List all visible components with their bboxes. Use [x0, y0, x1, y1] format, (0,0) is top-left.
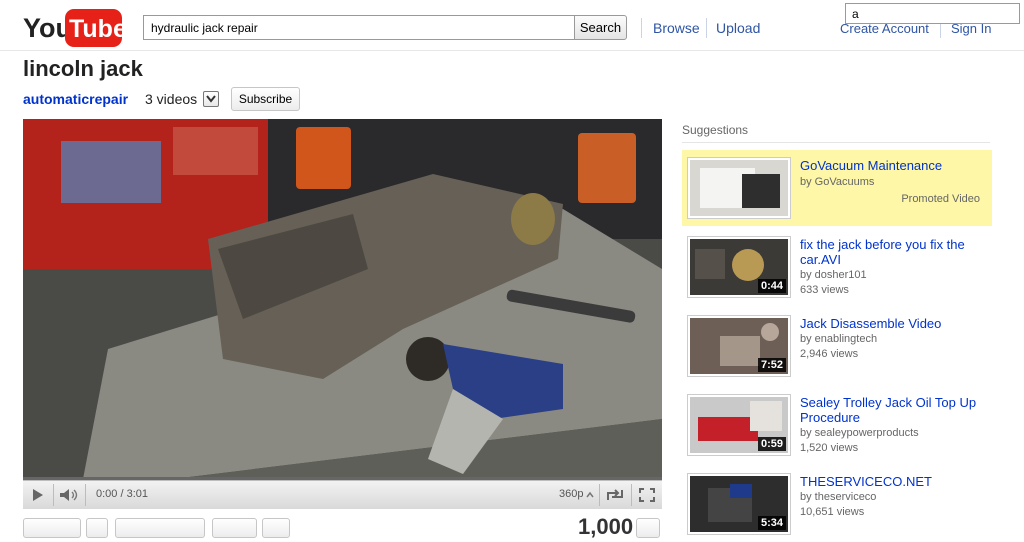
video-thumbnail[interactable]: [687, 157, 791, 219]
volume-button[interactable]: [54, 481, 84, 509]
more-stats-button[interactable]: [636, 518, 660, 538]
suggestion-item[interactable]: 0:44 fix the jack before you fix the car…: [682, 229, 992, 305]
suggestion-uploader: by GoVacuums: [800, 176, 875, 188]
subscribe-button[interactable]: Subscribe: [231, 87, 300, 111]
logo-tube-text: Tube: [69, 15, 122, 43]
play-button[interactable]: [23, 481, 53, 509]
like-button[interactable]: [23, 518, 81, 538]
upload-link[interactable]: Upload: [716, 20, 760, 36]
suggestion-title[interactable]: GoVacuum Maintenance: [800, 158, 985, 173]
suggestion-item-promoted[interactable]: GoVacuum Maintenance by GoVacuums Promot…: [682, 150, 992, 226]
header-divider: [641, 18, 642, 38]
video-title: lincoln jack: [23, 56, 143, 81]
suggestion-item[interactable]: 0:59 Sealey Trolley Jack Oil Top Up Proc…: [682, 387, 992, 463]
popout-button[interactable]: [600, 481, 630, 509]
suggestion-title[interactable]: THESERVICECO.NET: [800, 474, 985, 489]
video-thumbnail[interactable]: 7:52: [687, 315, 791, 377]
suggestion-views: 10,651 views: [800, 506, 865, 518]
fullscreen-button[interactable]: [632, 481, 662, 509]
suggestion-uploader: by dosher101: [800, 269, 867, 281]
suggestion-title[interactable]: Sealey Trolley Jack Oil Top Up Procedure: [800, 395, 985, 425]
channel-link[interactable]: automaticrepair: [23, 91, 128, 107]
video-duration: 0:59: [757, 437, 786, 451]
time-display: 0:00 / 3:01: [96, 488, 148, 500]
search-button[interactable]: Search: [574, 15, 627, 40]
promoted-label: Promoted Video: [901, 193, 980, 205]
speaker-icon: [60, 489, 78, 501]
channel-videos-dropdown-button[interactable]: [203, 91, 219, 107]
suggestion-item[interactable]: 5:34 THESERVICECO.NET by theserviceco 10…: [682, 466, 992, 542]
flag-button[interactable]: [262, 518, 290, 538]
quality-button[interactable]: 360p: [559, 488, 583, 500]
suggestion-title[interactable]: Jack Disassemble Video: [800, 316, 985, 331]
suggestion-uploader: by theserviceco: [800, 491, 877, 503]
video-frame[interactable]: [23, 119, 662, 479]
suggestion-title[interactable]: fix the jack before you fix the car.AVI: [800, 237, 985, 267]
suggestions-divider: [682, 142, 990, 143]
view-count: 1,000: [578, 514, 634, 539]
youtube-logo[interactable]: You Tube: [23, 8, 122, 48]
video-thumbnail[interactable]: 0:59: [687, 394, 791, 456]
player-controls: 0:00 / 3:01 360p: [23, 480, 662, 509]
suggestion-uploader: by sealeypowerproducts: [800, 427, 919, 439]
video-thumbnail[interactable]: 5:34: [687, 473, 791, 535]
search-input[interactable]: [143, 15, 575, 40]
chevron-down-icon: [206, 95, 216, 103]
fullscreen-icon: [639, 488, 655, 502]
dislike-button[interactable]: [86, 518, 108, 538]
video-duration: 7:52: [757, 358, 786, 372]
video-duration: 0:44: [757, 279, 786, 293]
suggestion-views: 633 views: [800, 284, 849, 296]
suggestion-views: 1,520 views: [800, 442, 859, 454]
overlay-text-input[interactable]: [845, 3, 1020, 24]
popout-arrows-icon: [607, 489, 623, 500]
video-thumbnail[interactable]: 0:44: [687, 236, 791, 298]
video-player[interactable]: 0:00 / 3:01 360p: [23, 119, 662, 509]
controls-divider: [85, 484, 86, 506]
header-divider-line: [0, 50, 1024, 51]
suggestion-views: 2,946 views: [800, 348, 859, 360]
suggestions-heading: Suggestions: [682, 123, 749, 137]
suggestion-uploader: by enablingtech: [800, 333, 878, 345]
play-icon: [33, 489, 43, 501]
channel-videos-count: 3 videos: [145, 91, 198, 107]
share-button[interactable]: [212, 518, 257, 538]
suggestion-item[interactable]: 7:52 Jack Disassemble Video by enablingt…: [682, 308, 992, 384]
chevron-up-icon: [586, 491, 594, 498]
save-to-button[interactable]: [115, 518, 205, 538]
browse-link[interactable]: Browse: [653, 20, 700, 36]
video-duration: 5:34: [757, 516, 786, 530]
header-divider: [706, 18, 707, 38]
logo-you-text: You: [23, 13, 72, 43]
